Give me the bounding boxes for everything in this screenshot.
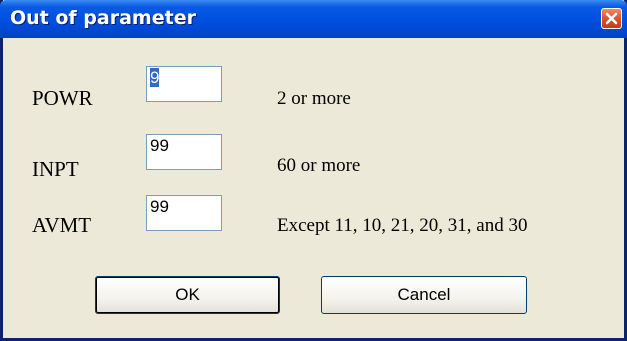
window-title: Out of parameter: [10, 7, 196, 29]
avmt-input-value: 99: [150, 197, 169, 216]
inpt-input[interactable]: 99: [146, 134, 222, 170]
inpt-input-value: 99: [150, 136, 169, 155]
powr-input[interactable]: 9: [146, 66, 222, 102]
close-icon: [605, 12, 618, 25]
param-hint-inpt: 60 or more: [277, 155, 361, 176]
out-of-parameter-dialog: Out of parameter POWR 9 2 or more INPT 9…: [0, 0, 627, 341]
param-label-powr: POWR: [32, 86, 93, 110]
powr-input-value: 9: [150, 68, 160, 87]
param-label-avmt: AVMT: [32, 213, 92, 237]
param-hint-avmt: Except 11, 10, 21, 20, 31, and 30: [277, 215, 528, 236]
param-label-inpt: INPT: [32, 157, 79, 181]
param-hint-powr: 2 or more: [277, 88, 351, 109]
close-button[interactable]: [601, 8, 622, 29]
title-bar[interactable]: Out of parameter: [0, 0, 627, 38]
cancel-button[interactable]: Cancel: [321, 276, 527, 314]
avmt-input[interactable]: 99: [146, 195, 222, 231]
ok-button[interactable]: OK: [95, 276, 280, 314]
